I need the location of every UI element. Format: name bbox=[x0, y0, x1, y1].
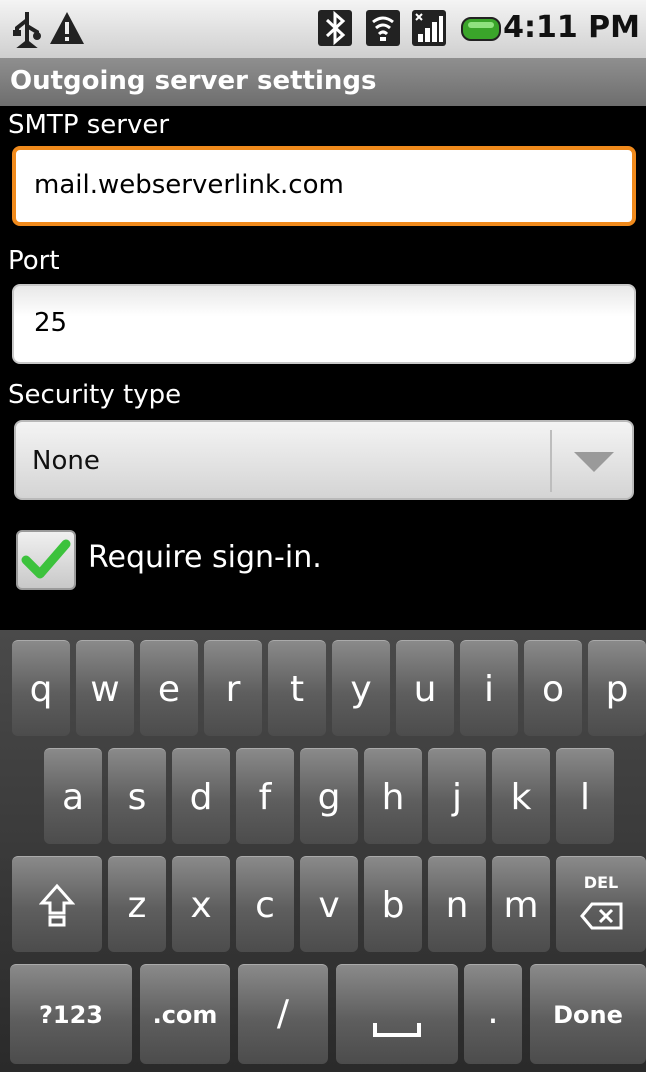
security-type-dropdown[interactable]: None bbox=[14, 420, 634, 500]
key-i[interactable]: i bbox=[460, 640, 518, 736]
warning-icon bbox=[50, 12, 84, 44]
key-x[interactable]: x bbox=[172, 856, 230, 952]
dropdown-separator bbox=[550, 430, 552, 492]
battery-icon bbox=[461, 17, 501, 41]
delete-key-label: DEL bbox=[583, 873, 619, 892]
key-label: t bbox=[289, 669, 305, 710]
key-b[interactable]: b bbox=[364, 856, 422, 952]
key-label: a bbox=[61, 777, 85, 818]
signal-icon bbox=[412, 10, 446, 46]
clock: 4:11 PM bbox=[503, 10, 640, 45]
title-bar: Outgoing server settings bbox=[0, 58, 646, 106]
dotcom-key-label: .com bbox=[152, 1001, 218, 1029]
port-value: 25 bbox=[34, 308, 68, 338]
symbols-key-label: ?123 bbox=[38, 1001, 104, 1029]
key-m[interactable]: m bbox=[492, 856, 550, 952]
key-o[interactable]: o bbox=[524, 640, 582, 736]
key-n[interactable]: n bbox=[428, 856, 486, 952]
port-label: Port bbox=[8, 246, 60, 276]
security-type-value: None bbox=[32, 446, 100, 476]
key-label: q bbox=[29, 669, 53, 710]
key-q[interactable]: q bbox=[12, 640, 70, 736]
soft-keyboard: q w e r t y u i o p a s d f g h j k l z … bbox=[0, 630, 646, 1072]
key-a[interactable]: a bbox=[44, 748, 102, 844]
chevron-down-icon bbox=[574, 452, 614, 472]
key-label: s bbox=[127, 777, 147, 818]
delete-key[interactable]: DEL bbox=[556, 856, 646, 952]
key-label: p bbox=[605, 669, 629, 710]
period-key-label: . bbox=[487, 991, 499, 1032]
key-label: x bbox=[190, 885, 212, 926]
shift-icon bbox=[39, 883, 75, 927]
key-z[interactable]: z bbox=[108, 856, 166, 952]
key-label: j bbox=[451, 777, 462, 818]
key-label: m bbox=[503, 885, 539, 926]
require-signin-label: Require sign-in. bbox=[88, 540, 322, 575]
key-label: h bbox=[381, 777, 405, 818]
shift-key[interactable] bbox=[12, 856, 102, 952]
key-p[interactable]: p bbox=[588, 640, 646, 736]
slash-key[interactable]: / bbox=[238, 964, 328, 1064]
key-label: u bbox=[413, 669, 437, 710]
require-signin-checkbox[interactable] bbox=[16, 530, 76, 590]
key-label: i bbox=[483, 669, 494, 710]
wifi-icon bbox=[366, 10, 400, 46]
key-label: r bbox=[225, 669, 241, 710]
key-label: n bbox=[445, 885, 469, 926]
key-label: k bbox=[510, 777, 532, 818]
key-v[interactable]: v bbox=[300, 856, 358, 952]
dotcom-key[interactable]: .com bbox=[140, 964, 230, 1064]
key-c[interactable]: c bbox=[236, 856, 294, 952]
usb-icon bbox=[13, 12, 41, 48]
key-u[interactable]: u bbox=[396, 640, 454, 736]
smtp-server-label: SMTP server bbox=[8, 110, 170, 140]
key-label: g bbox=[317, 777, 341, 818]
key-label: f bbox=[258, 777, 272, 818]
key-label: y bbox=[350, 669, 372, 710]
done-key-label: Done bbox=[553, 1001, 623, 1029]
space-icon bbox=[373, 1023, 421, 1037]
key-label: b bbox=[381, 885, 405, 926]
status-bar: 4:11 PM bbox=[0, 0, 646, 58]
key-t[interactable]: t bbox=[268, 640, 326, 736]
key-label: v bbox=[318, 885, 340, 926]
key-l[interactable]: l bbox=[556, 748, 614, 844]
key-j[interactable]: j bbox=[428, 748, 486, 844]
key-label: z bbox=[127, 885, 147, 926]
security-type-label: Security type bbox=[8, 380, 182, 410]
symbols-key[interactable]: ?123 bbox=[10, 964, 132, 1064]
key-w[interactable]: w bbox=[76, 640, 134, 736]
backspace-icon bbox=[580, 902, 623, 930]
key-label: w bbox=[90, 669, 120, 710]
smtp-server-input[interactable]: mail.webserverlink.com bbox=[12, 146, 636, 226]
checkmark-icon bbox=[21, 539, 71, 579]
key-r[interactable]: r bbox=[204, 640, 262, 736]
key-k[interactable]: k bbox=[492, 748, 550, 844]
key-e[interactable]: e bbox=[140, 640, 198, 736]
slash-key-label: / bbox=[276, 993, 290, 1034]
key-f[interactable]: f bbox=[236, 748, 294, 844]
key-label: o bbox=[541, 669, 565, 710]
key-d[interactable]: d bbox=[172, 748, 230, 844]
key-h[interactable]: h bbox=[364, 748, 422, 844]
space-key[interactable] bbox=[336, 964, 458, 1064]
key-label: e bbox=[157, 669, 181, 710]
key-g[interactable]: g bbox=[300, 748, 358, 844]
port-input[interactable]: 25 bbox=[12, 284, 636, 364]
page-title: Outgoing server settings bbox=[10, 66, 377, 96]
key-label: c bbox=[255, 885, 275, 926]
key-s[interactable]: s bbox=[108, 748, 166, 844]
bluetooth-icon bbox=[318, 10, 352, 46]
smtp-server-value: mail.webserverlink.com bbox=[34, 170, 344, 200]
key-label: d bbox=[189, 777, 213, 818]
key-y[interactable]: y bbox=[332, 640, 390, 736]
key-label: l bbox=[579, 777, 590, 818]
period-key[interactable]: . bbox=[464, 964, 522, 1064]
done-key[interactable]: Done bbox=[530, 964, 646, 1064]
